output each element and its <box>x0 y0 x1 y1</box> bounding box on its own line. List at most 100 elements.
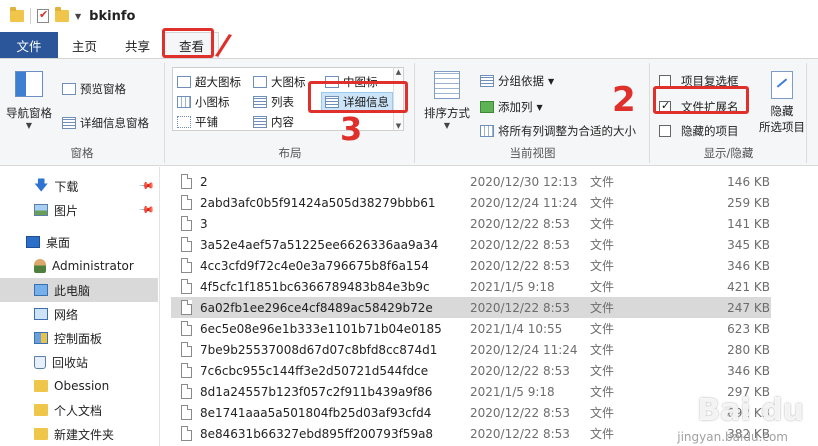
preview-pane-label: 预览窗格 <box>80 82 126 96</box>
preview-pane-button[interactable]: 预览窗格 <box>62 81 126 97</box>
file-type: 文件 <box>590 364 615 378</box>
tab-view[interactable]: 查看 <box>164 32 220 58</box>
file-type: 文件 <box>590 343 615 357</box>
chevron-down-icon[interactable]: ▼ <box>75 12 81 21</box>
sort-by-button[interactable]: 排序方式 ▼ <box>424 71 470 130</box>
nav-item-this-pc[interactable]: 此电脑 <box>0 278 158 302</box>
layout-item-label: 详细信息 <box>343 95 389 109</box>
layout-small-icons[interactable]: 小图标 <box>177 94 230 110</box>
navigation-pane-button[interactable]: 导航窗格 ▼ <box>6 71 52 130</box>
layout-gallery-scroller[interactable]: ▲ ▼ <box>393 68 403 130</box>
nav-item-administrator[interactable]: Administrator <box>0 254 158 278</box>
pin-icon: 📌 <box>137 201 155 219</box>
file-name: 3a52e4aef57a51225ee6626336aa9a34 <box>200 237 439 252</box>
file-row[interactable]: 8d1a24557b123f057c2f911b439a9f86 2021/1/5… <box>171 381 771 402</box>
nav-item-obession[interactable]: Obession <box>0 374 158 398</box>
file-date: 2020/12/22 8:53 <box>470 300 570 315</box>
file-type: 文件 <box>590 385 615 399</box>
nav-item-label: 下载 <box>54 179 79 194</box>
file-extensions-checkbox[interactable] <box>659 99 671 113</box>
nav-item-network[interactable]: 网络 <box>0 302 158 326</box>
file-icon <box>181 405 192 420</box>
nav-item-personal-docs[interactable]: 个人文档 <box>0 398 158 422</box>
layout-item-label: 平铺 <box>195 115 218 129</box>
file-size: 346 KB <box>727 363 770 378</box>
file-size: 421 KB <box>727 279 770 294</box>
nav-item-desktop[interactable]: 桌面 <box>0 230 158 254</box>
file-row[interactable]: 7be9b25537008d67d07c8bfd8cc874d1 2020/12/… <box>171 339 771 360</box>
file-extensions-toggle[interactable]: 文件扩展名 <box>659 99 739 115</box>
file-row[interactable]: 4cc3cfd9f72c4e0e3a796675b8f6a154 2020/12/… <box>171 255 771 276</box>
file-size: 280 KB <box>727 342 770 357</box>
watermark-url: jingyan.baidu.com <box>677 430 788 444</box>
file-icon <box>181 195 192 210</box>
layout-item-label: 中图标 <box>343 75 378 89</box>
file-type: 文件 <box>590 301 615 315</box>
layout-tiles[interactable]: 平铺 <box>177 114 218 130</box>
watermark-logo: Bai du <box>697 393 804 428</box>
chevron-up-icon[interactable]: ▲ <box>396 68 401 76</box>
folder-icon <box>34 428 48 440</box>
current-view-group-label: 当前视图 <box>509 146 556 160</box>
item-checkboxes-checkbox[interactable] <box>659 75 671 87</box>
fit-columns-button[interactable]: 将所有列调整为合适的大小 <box>480 123 636 139</box>
show-hide-group-label: 显示/隐藏 <box>703 146 754 160</box>
file-row[interactable]: 3 2020/12/22 8:53 文件 141 KB <box>171 213 771 234</box>
file-name: 2 <box>200 174 208 189</box>
add-columns-button[interactable]: 添加列 ▼ <box>480 99 543 115</box>
group-by-button[interactable]: 分组依据 ▼ <box>480 73 554 89</box>
chevron-down-icon: ▼ <box>25 121 33 130</box>
add-columns-label: 添加列 <box>498 100 533 114</box>
file-row[interactable]: 6ec5e08e96e1b333e1101b71b04e0185 2021/1/4… <box>171 318 771 339</box>
nav-item-pictures[interactable]: 图片 📌 <box>0 198 158 222</box>
content-icon <box>253 116 267 128</box>
current-view-group: 排序方式 ▼ 分组依据 ▼ 添加列 ▼ 将所有列调整为合适的大小 当前视图 <box>416 63 650 163</box>
file-date: 2020/12/22 8:53 <box>470 237 570 252</box>
nav-item-recycle-bin[interactable]: 回收站 <box>0 350 158 374</box>
nav-item-downloads[interactable]: 🡇 下载 📌 <box>0 174 158 198</box>
tab-file[interactable]: 文件 <box>0 32 58 58</box>
file-type: 文件 <box>590 322 615 336</box>
file-row[interactable]: 4f5cfc1f1851bc6366789483b84e3b9c 2021/1/5… <box>171 276 771 297</box>
file-icon <box>181 321 192 336</box>
layout-details[interactable]: 详细信息 <box>321 92 393 112</box>
nav-item-label: 桌面 <box>46 235 71 250</box>
file-row[interactable]: 7c6cbc955c144ff3e2d50721d544fdce 2020/12/… <box>171 360 771 381</box>
hidden-items-checkbox[interactable] <box>659 125 671 137</box>
nav-item-new-folder[interactable]: 新建文件夹 <box>0 422 158 446</box>
file-row[interactable]: 2abd3afc0b5f91424a505d38279bbb61 2020/12/… <box>171 192 771 213</box>
show-hide-group: 项目复选框 文件扩展名 隐藏的项目 隐藏 所选项目 显示/隐藏 <box>651 63 807 163</box>
layout-large-icons[interactable]: 大图标 <box>253 74 306 90</box>
group-by-label: 分组依据 <box>498 74 544 88</box>
new-folder-icon[interactable] <box>55 7 69 22</box>
file-name: 4f5cfc1f1851bc6366789483b84e3b9c <box>200 279 430 294</box>
tab-share[interactable]: 共享 <box>111 32 164 58</box>
nav-item-control-panel[interactable]: 控制面板 <box>0 326 158 350</box>
file-size: 141 KB <box>727 216 770 231</box>
sort-by-label: 排序方式 <box>424 106 470 120</box>
hidden-items-toggle[interactable]: 隐藏的项目 <box>659 123 739 139</box>
item-checkboxes-toggle[interactable]: 项目复选框 <box>659 73 739 89</box>
layout-list[interactable]: 列表 <box>253 94 294 110</box>
control-panel-icon <box>34 332 48 344</box>
hide-selected-items-button[interactable]: 隐藏 所选项目 <box>759 71 805 135</box>
layout-extra-large-icons[interactable]: 超大图标 <box>177 74 241 90</box>
file-row[interactable]: 3a52e4aef57a51225ee6626336aa9a34 2020/12/… <box>171 234 771 255</box>
layout-medium-icons[interactable]: 中图标 <box>325 74 378 90</box>
file-size: 346 KB <box>727 258 770 273</box>
file-row[interactable]: 2 2020/12/30 12:13 文件 146 KB <box>171 171 771 192</box>
tab-home[interactable]: 主页 <box>58 32 111 58</box>
nav-item-label: 控制面板 <box>54 331 103 346</box>
details-pane-label: 详细信息窗格 <box>80 116 149 130</box>
chevron-down-icon: ▼ <box>548 76 555 86</box>
layout-content[interactable]: 内容 <box>253 114 294 130</box>
computer-icon <box>34 284 48 296</box>
details-pane-button[interactable]: 详细信息窗格 <box>62 115 149 131</box>
properties-icon[interactable] <box>37 8 49 23</box>
file-name: 6a02fb1ee296ce4cf8489ac58429b72e <box>200 300 433 315</box>
file-icon <box>181 363 192 378</box>
file-row[interactable]: 6a02fb1ee296ce4cf8489ac58429b72e 2020/12/… <box>171 297 771 318</box>
file-row[interactable]: 8e1741aaa5a501804fb25d03af93cfd4 2020/12/… <box>171 402 771 423</box>
chevron-down-icon[interactable]: ▼ <box>396 122 401 130</box>
details-icon <box>325 96 339 108</box>
